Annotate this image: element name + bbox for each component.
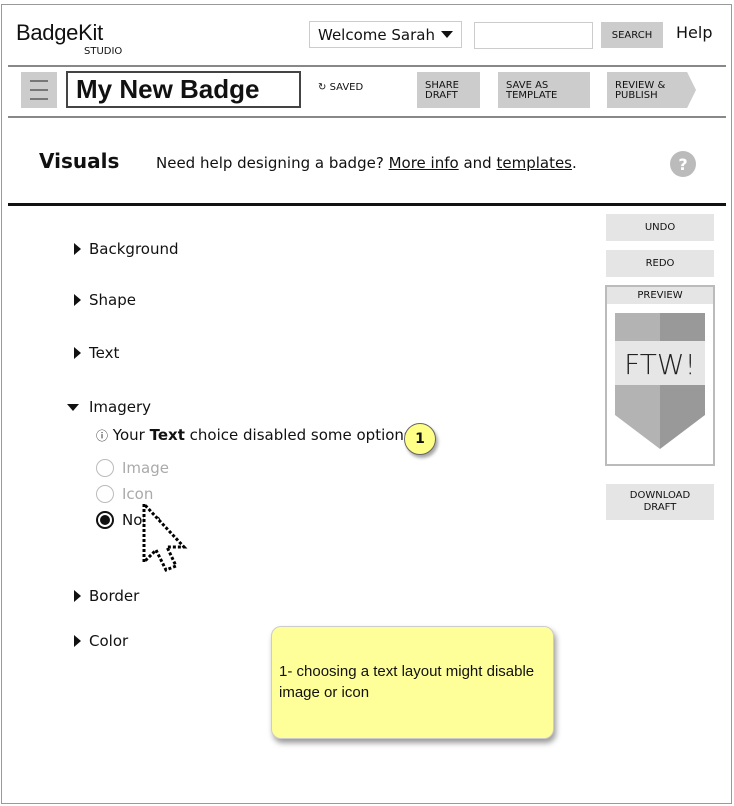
share-draft-button[interactable]: SHARE DRAFT xyxy=(417,72,480,108)
help-text: Need help designing a badge? More info a… xyxy=(156,154,577,172)
badge-title-input[interactable]: My New Badge xyxy=(66,71,301,108)
radio-button xyxy=(96,459,114,477)
badge-text: FTW! xyxy=(624,348,696,381)
label: PUBLISH xyxy=(615,90,658,101)
radio-label: Image xyxy=(122,459,169,477)
section-shape[interactable]: Shape xyxy=(74,291,136,309)
disabled-options-info: ⓘ Your Text choice disabled some options xyxy=(96,426,412,444)
section-imagery[interactable]: Imagery xyxy=(67,398,151,416)
radio-label: Icon xyxy=(122,485,154,503)
logo-subtitle: STUDIO xyxy=(84,46,123,57)
caret-right-icon xyxy=(74,294,81,306)
logo: BadgeKit xyxy=(16,20,103,45)
radio-button[interactable] xyxy=(96,511,114,529)
section-label: Imagery xyxy=(89,398,152,416)
download-draft-button[interactable]: DOWNLOAD DRAFT xyxy=(606,484,714,520)
radio-icon: Icon xyxy=(96,485,153,503)
info-bold: Text xyxy=(149,426,185,444)
section-label: Text xyxy=(89,344,120,362)
saved-label: SAVED xyxy=(329,82,364,93)
caret-right-icon xyxy=(74,243,81,255)
divider xyxy=(8,116,726,118)
label: DRAFT xyxy=(425,90,458,101)
label: DRAFT xyxy=(643,502,677,513)
hamburger-icon xyxy=(30,80,48,82)
radio-image: Image xyxy=(96,459,169,477)
and-text: and xyxy=(463,154,492,172)
section-text[interactable]: Text xyxy=(74,344,119,362)
info-icon: ⓘ xyxy=(96,429,109,443)
help-link[interactable]: Help xyxy=(676,23,712,42)
saved-status: ↻ SAVED xyxy=(318,82,363,93)
radio-button xyxy=(96,485,114,503)
caret-right-icon xyxy=(74,635,81,647)
caret-right-icon xyxy=(74,347,81,359)
refresh-icon: ↻ xyxy=(318,82,327,93)
section-border[interactable]: Border xyxy=(74,587,139,605)
label: TEMPLATE xyxy=(506,90,558,101)
page-title: Visuals xyxy=(39,149,120,173)
section-label: Color xyxy=(89,632,129,650)
period: . xyxy=(572,154,577,172)
undo-button[interactable]: UNDO xyxy=(606,214,714,241)
section-label: Background xyxy=(89,240,179,258)
menu-button[interactable] xyxy=(21,72,57,108)
search-button[interactable]: SEARCH xyxy=(601,22,663,48)
section-label: Shape xyxy=(89,291,136,309)
templates-link[interactable]: templates xyxy=(496,154,572,172)
preview-label: PREVIEW xyxy=(607,287,713,304)
section-background[interactable]: Background xyxy=(74,240,179,258)
help-prefix: Need help designing a badge? xyxy=(156,154,384,172)
caret-right-icon xyxy=(74,590,81,602)
search-input[interactable] xyxy=(474,22,593,49)
more-info-link[interactable]: More info xyxy=(389,154,459,172)
mouse-cursor-icon xyxy=(142,502,188,572)
help-icon[interactable]: ? xyxy=(670,151,696,177)
divider xyxy=(8,203,726,206)
section-color[interactable]: Color xyxy=(74,632,128,650)
caret-down-icon xyxy=(67,403,79,411)
user-dropdown-label: Welcome Sarah xyxy=(318,25,435,44)
info-text: Your xyxy=(112,426,145,444)
badge-preview: PREVIEW FTW! xyxy=(605,285,715,466)
label: DOWNLOAD xyxy=(629,490,691,501)
redo-button[interactable]: REDO xyxy=(606,250,714,277)
annotation-marker: 1 xyxy=(404,423,436,455)
save-as-template-button[interactable]: SAVE AS TEMPLATE xyxy=(498,72,590,108)
divider xyxy=(8,65,726,67)
sticky-note: 1- choosing a text layout might disable … xyxy=(271,626,554,739)
review-publish-button[interactable]: REVIEW & PUBLISH xyxy=(607,72,696,108)
section-label: Border xyxy=(89,587,140,605)
badge-shape: FTW! xyxy=(615,313,705,449)
info-text: choice disabled some options xyxy=(189,426,412,444)
caret-down-icon xyxy=(441,31,453,38)
user-dropdown[interactable]: Welcome Sarah xyxy=(309,21,462,48)
